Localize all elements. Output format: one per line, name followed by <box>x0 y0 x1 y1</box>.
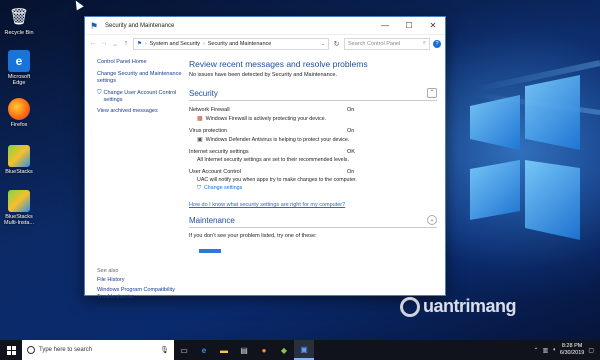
shield-icon: ⛉ <box>197 185 201 191</box>
troubleshoot-text: If you don't see your problem listed, tr… <box>189 233 317 239</box>
windows-logo-pane <box>470 160 520 220</box>
back-arrow-icon[interactable]: ← <box>89 40 97 47</box>
search-input[interactable]: Search Control Panel ⌕ <box>344 37 430 50</box>
windows-logo-pane <box>525 160 580 240</box>
store-icon[interactable]: ▤ <box>234 340 254 360</box>
status-value: OK <box>347 149 355 155</box>
windows-logo-icon <box>6 345 16 355</box>
status-value: On <box>347 107 355 113</box>
notifications-icon[interactable]: ▢ <box>588 347 594 354</box>
chevron-down-icon[interactable]: ⌄ <box>321 41 325 47</box>
page-title: Review recent messages and resolve probl… <box>189 59 368 69</box>
bluestacks-multi-icon <box>8 190 30 212</box>
desktop-icon-recycle-bin[interactable]: 🗑 Recycle Bin <box>2 6 36 36</box>
firefox-taskbar-icon[interactable]: ● <box>254 340 274 360</box>
shield-icon: ⛉ <box>97 89 102 96</box>
control-panel-icon: ⚑ <box>137 40 142 47</box>
search-icon: ⌕ <box>422 40 426 46</box>
expand-chevron-icon[interactable]: ⌄ <box>427 215 437 225</box>
network-icon[interactable]: ▥ <box>543 347 549 354</box>
security-section-header[interactable]: Security ⌃ <box>189 88 437 101</box>
address-bar-row: ← → ⌄ ↑ ⚑ › System and Security › Securi… <box>85 35 445 52</box>
recent-locations-chevron-icon[interactable]: ⌄ <box>111 40 119 48</box>
see-also-compat-troubleshooter[interactable]: Windows Program Compatibility Troublesho… <box>97 287 181 301</box>
refresh-icon[interactable]: ↻ <box>332 40 341 48</box>
task-view-icon[interactable]: ▭ <box>174 340 194 360</box>
nav-change-security-settings[interactable]: Change Security and Maintenance settings <box>97 71 185 85</box>
firewall-icon: ▦ <box>197 116 203 122</box>
security-maintenance-window: ⚑ Security and Maintenance — ☐ ✕ ← → ⌄ ↑… <box>84 16 446 300</box>
taskbar-search-input[interactable]: Type here to search 🎙 <box>22 340 174 360</box>
desktop-icon-edge[interactable]: e Microsoft Edge <box>2 50 36 87</box>
defender-icon: ▣ <box>197 137 203 143</box>
collapse-chevron-icon[interactable]: ⌃ <box>427 88 437 98</box>
clock[interactable]: 8:28 PM 6/30/2019 <box>560 343 584 356</box>
volume-icon[interactable]: ◖ <box>552 347 556 353</box>
window-title: Security and Maintenance <box>105 22 175 29</box>
microphone-icon[interactable]: 🎙 <box>160 346 174 354</box>
breadcrumb-system-security[interactable]: System and Security <box>150 41 200 47</box>
watermark: uantrimang <box>400 296 517 317</box>
close-button[interactable]: ✕ <box>421 17 445 35</box>
windows-logo-pane <box>525 75 580 150</box>
chevron-up-icon[interactable]: ⌃ <box>534 347 539 354</box>
maximize-button[interactable]: ☐ <box>397 17 421 35</box>
security-item-uac: User Account Control On UAC will notify y… <box>189 169 437 192</box>
recycle-bin-icon: 🗑 <box>8 9 30 26</box>
control-panel-taskbar-icon[interactable]: ▣ <box>294 340 314 360</box>
flag-icon: ⚑ <box>90 20 99 31</box>
mouse-cursor-icon <box>72 0 84 11</box>
chevron-right-icon: › <box>144 40 147 47</box>
left-nav: Control Panel Home Change Security and M… <box>85 53 185 300</box>
see-also-label: See also <box>97 268 119 274</box>
edge-icon: e <box>8 50 30 72</box>
desktop: 🗑 Recycle Bin e Microsoft Edge Firefox B… <box>0 0 600 340</box>
status-value: On <box>347 169 355 175</box>
how-do-i-know-link[interactable]: How do I know what security settings are… <box>189 202 437 208</box>
title-bar[interactable]: ⚑ Security and Maintenance — ☐ ✕ <box>85 17 445 35</box>
help-icon[interactable]: ? <box>433 39 441 48</box>
status-summary: No issues have been detected by Security… <box>189 72 337 78</box>
start-button[interactable] <box>0 340 22 360</box>
file-explorer-icon[interactable]: ▬ <box>214 340 234 360</box>
system-tray: ⌃ ▥ ◖ 8:28 PM 6/30/2019 ▢ <box>534 343 600 356</box>
nav-change-uac-settings[interactable]: ⛉ Change User Account Control settings <box>97 90 185 104</box>
chevron-right-icon: › <box>203 40 205 47</box>
nav-control-panel-home[interactable]: Control Panel Home <box>97 59 185 66</box>
breadcrumb-security-maintenance[interactable]: Security and Maintenance <box>208 41 272 47</box>
edge-taskbar-icon[interactable]: e <box>194 340 214 360</box>
nav-view-archived-messages[interactable]: View archived messages <box>97 108 185 115</box>
recovery-icon[interactable] <box>199 249 221 253</box>
main-content: Review recent messages and resolve probl… <box>189 53 437 295</box>
cortana-icon <box>27 346 35 354</box>
address-field[interactable]: ⚑ › System and Security › Security and M… <box>133 37 329 50</box>
forward-arrow-icon[interactable]: → <box>100 40 108 47</box>
firefox-icon <box>8 98 30 120</box>
maintenance-section-header[interactable]: Maintenance ⌄ <box>189 215 437 228</box>
security-item-virus: Virus protection On ▣ Windows Defender Ant… <box>189 128 355 143</box>
see-also-file-history[interactable]: File History <box>97 277 181 284</box>
desktop-icon-firefox[interactable]: Firefox <box>2 98 36 128</box>
minimize-button[interactable]: — <box>373 17 397 35</box>
taskbar: Type here to search 🎙 ▭ e ▬ ▤ ● ◆ ▣ ⌃ ▥ … <box>0 340 600 360</box>
desktop-icon-bluestacks-multi[interactable]: BlueStacks Multi-Insta... <box>2 190 36 227</box>
status-value: On <box>347 128 355 134</box>
security-item-firewall: Network Firewall On ▦ Windows Firewall is … <box>189 107 355 122</box>
up-arrow-icon[interactable]: ↑ <box>122 40 130 47</box>
security-item-internet: Internet security settings OK All Interne… <box>189 149 355 163</box>
bluestacks-taskbar-icon[interactable]: ◆ <box>274 340 294 360</box>
watermark-logo-icon <box>400 296 420 317</box>
see-also: See also File History Windows Program Co… <box>97 268 181 301</box>
windows-logo-pane <box>470 95 520 150</box>
bluestacks-icon <box>8 145 30 167</box>
desktop-icon-bluestacks[interactable]: BlueStacks <box>2 145 36 175</box>
change-settings-link[interactable]: ⛉ Change settings <box>197 185 437 192</box>
